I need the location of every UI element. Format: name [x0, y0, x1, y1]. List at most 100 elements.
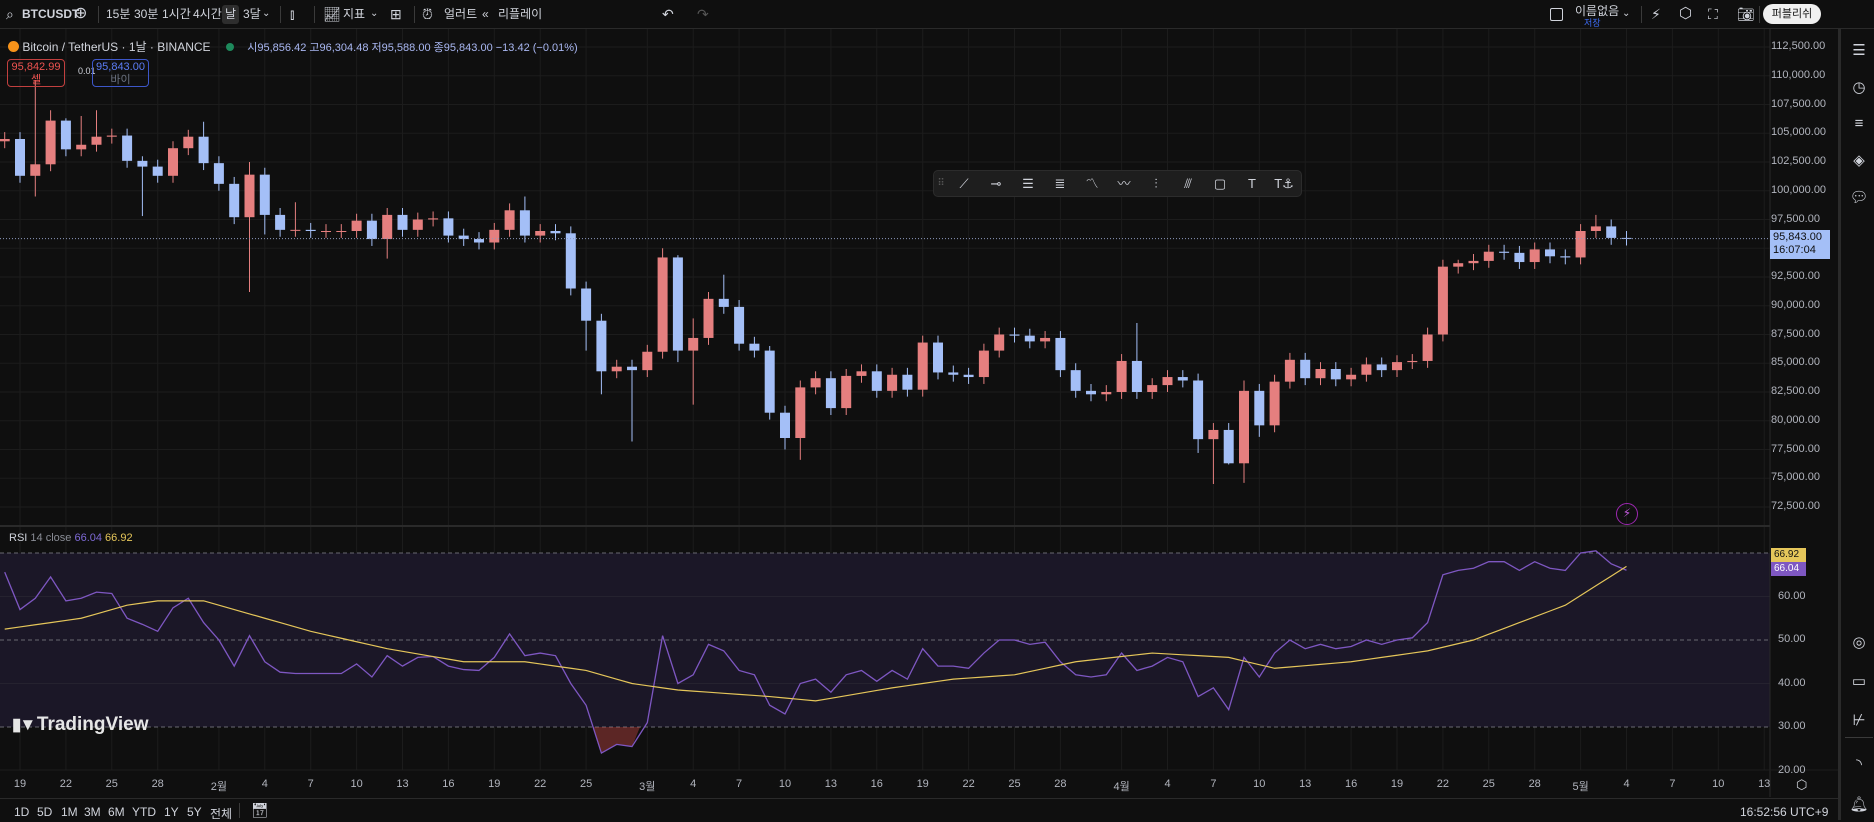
replay-icon[interactable]: «: [482, 6, 489, 22]
range-5d[interactable]: 5D: [37, 805, 52, 819]
time-axis-label: 28: [151, 778, 164, 790]
fib-retracement-icon[interactable]: ≣: [1049, 175, 1071, 193]
xabcd-pattern-icon[interactable]: 〰: [1113, 175, 1135, 193]
chevron-down-icon[interactable]: ⌄: [370, 6, 378, 22]
clock-timezone[interactable]: 16:52:56 UTC+9: [1740, 805, 1828, 819]
indicators-icon[interactable]: 📈︎: [323, 6, 341, 22]
quick-search-icon[interactable]: ⚡︎: [1651, 6, 1661, 22]
indicators-button[interactable]: 지표: [343, 5, 365, 24]
settings-hexagon-icon[interactable]: ⬡: [1679, 6, 1692, 22]
range-1m[interactable]: 1M: [61, 805, 78, 819]
fullscreen-icon[interactable]: ⛶: [1708, 6, 1718, 22]
search-icon[interactable]: ⌕: [6, 6, 14, 22]
price-chart[interactable]: [0, 29, 1838, 799]
interval-30m[interactable]: 30분: [134, 5, 158, 24]
buy-button[interactable]: 95,843.00 바이: [92, 59, 149, 87]
candle-body: [1346, 374, 1357, 380]
layout-checkbox[interactable]: [1550, 8, 1563, 21]
drag-handle-icon[interactable]: ⠿: [936, 175, 946, 193]
add-symbol-icon[interactable]: ⊕: [74, 6, 87, 22]
layouts-grid-icon[interactable]: ⊞: [390, 6, 402, 22]
time-axis-label: 4: [1623, 778, 1630, 790]
publish-button[interactable]: 퍼블리쉬: [1763, 4, 1821, 24]
trend-line-icon[interactable]: ⟋: [953, 175, 975, 193]
candle-body: [1453, 263, 1464, 267]
candle-body: [290, 229, 301, 231]
bar-countdown: 16:07:04: [1773, 244, 1816, 256]
interval-3m[interactable]: 3달: [243, 5, 261, 24]
symbol-search[interactable]: BTCUSDT: [22, 5, 79, 24]
long-position-icon[interactable]: ⫶: [1145, 175, 1167, 193]
sell-button[interactable]: 95,842.99 셀: [7, 59, 65, 87]
interval-1d[interactable]: 날: [222, 5, 240, 24]
axis-settings-icon[interactable]: ⬡: [1796, 777, 1807, 793]
pattern-icon[interactable]: 〽: [1081, 175, 1103, 193]
candle: [841, 369, 852, 415]
undo-icon[interactable]: ↶: [662, 6, 674, 22]
divider: [314, 6, 315, 23]
parallel-channel-icon[interactable]: ☰: [1017, 175, 1039, 193]
candle-body: [795, 387, 806, 438]
rectangle-icon[interactable]: ▢: [1209, 175, 1231, 193]
calendar-icon[interactable]: ▭: [1849, 672, 1869, 692]
range-all[interactable]: 전체: [210, 805, 232, 822]
short-position-icon[interactable]: ⫻: [1177, 175, 1199, 193]
price-axis-label: 85,000.00: [1771, 356, 1820, 369]
rsi-axis-tick: 40.00: [1778, 676, 1806, 689]
rsi-axis-tick: 60.00: [1778, 589, 1806, 602]
candle-body: [1422, 334, 1433, 361]
interval-15m[interactable]: 15분: [106, 5, 130, 24]
range-3m[interactable]: 3M: [84, 805, 101, 819]
candle-body: [45, 120, 56, 165]
rsi-legend[interactable]: RSI 14 close 66.04 66.92: [9, 532, 133, 544]
interval-4h[interactable]: 4시간: [193, 5, 222, 24]
horizontal-ray-icon[interactable]: ⊸: [985, 175, 1007, 193]
replay-button[interactable]: 리플레이: [498, 5, 542, 24]
interval-1h[interactable]: 1시간: [162, 5, 191, 24]
alert-button[interactable]: 얼러트: [444, 5, 477, 24]
go-to-date-icon[interactable]: 📅︎: [251, 802, 269, 819]
dom-icon[interactable]: ◎: [1849, 633, 1869, 653]
notifications-bell-icon[interactable]: 🔔︎: [1849, 795, 1869, 815]
alert-clock-icon[interactable]: ⏰︎: [422, 6, 433, 22]
watchlist-icon[interactable]: ☰: [1849, 41, 1869, 61]
candle-body: [933, 342, 943, 373]
drawing-toolbar[interactable]: ⠿ ⟋ ⊸ ☰ ≣ 〽 〰 ⫶ ⫻ ▢ T T⚓︎: [933, 170, 1302, 197]
candle: [1269, 374, 1280, 433]
range-1y[interactable]: 1Y: [164, 805, 179, 819]
rsi-axis-tick: 30.00: [1778, 720, 1806, 732]
time-axis-label: 4: [1164, 778, 1171, 790]
range-ytd[interactable]: YTD: [132, 805, 156, 819]
candle-type-icon[interactable]: ⫾: [290, 6, 294, 22]
candle-body: [443, 218, 454, 236]
camera-icon[interactable]: 📷︎: [1737, 6, 1755, 22]
lightning-icon[interactable]: ⚡︎: [1616, 503, 1638, 525]
redo-icon[interactable]: ↷: [697, 6, 709, 22]
price-axis-label: 107,500.00: [1771, 97, 1827, 110]
save-status[interactable]: 저장: [1584, 16, 1601, 29]
signals-icon[interactable]: ◝: [1849, 755, 1869, 775]
time-axis-label: 22: [59, 778, 73, 790]
candle-body: [1116, 360, 1127, 392]
text-icon[interactable]: T: [1241, 175, 1263, 193]
candle-body: [672, 257, 683, 351]
divider: [239, 803, 240, 818]
candle-body: [1040, 337, 1051, 342]
anchored-text-icon[interactable]: T⚓︎: [1273, 175, 1295, 193]
range-1d[interactable]: 1D: [14, 805, 29, 819]
layers-icon[interactable]: ◈: [1849, 151, 1869, 171]
rsi-axis-tick: 20.00: [1778, 763, 1806, 776]
tradingview-logo[interactable]: ▮▼ TradingView: [12, 714, 148, 736]
rsi-axis-label: 66.04: [1771, 562, 1806, 576]
range-5y[interactable]: 5Y: [187, 805, 202, 819]
chevron-down-icon[interactable]: ⌄: [1622, 6, 1630, 22]
object-tree-icon[interactable]: ≡: [1849, 114, 1869, 134]
range-6m[interactable]: 6M: [108, 805, 125, 819]
options-icon[interactable]: ⊬: [1849, 711, 1869, 731]
time-axis-label: 22: [962, 778, 975, 790]
time-axis-label: 5월: [1572, 781, 1589, 793]
alerts-clock-icon[interactable]: ◷: [1849, 78, 1869, 98]
chat-icon[interactable]: 💬︎: [1849, 188, 1869, 208]
chevron-down-icon[interactable]: ⌄: [262, 6, 270, 22]
symbol-title[interactable]: Bitcoin / TetherUS · 1날 · BINANCE: [22, 40, 210, 54]
